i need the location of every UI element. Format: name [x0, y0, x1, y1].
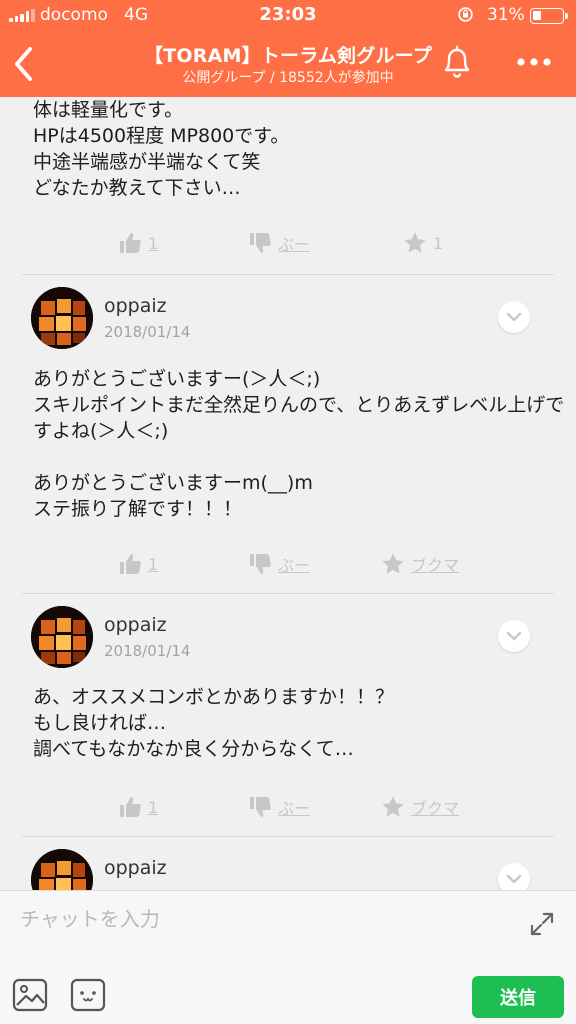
- like-button[interactable]: 1: [118, 792, 158, 822]
- group-title: 【TORAM】トーラム剣グループ: [144, 45, 432, 67]
- chat-composer: チャットを入力 送信: [0, 890, 576, 1024]
- like-count: 1: [148, 797, 159, 817]
- avatar[interactable]: [31, 849, 93, 890]
- author-name[interactable]: oppaiz: [104, 614, 167, 636]
- post-author: oppaiz: [0, 849, 576, 890]
- battery-percent: 31%: [487, 5, 525, 25]
- dislike-label: ぶー: [278, 556, 311, 575]
- dislike-label: ぶー: [278, 235, 311, 254]
- divider: [22, 836, 554, 837]
- chat-input[interactable]: チャットを入力: [20, 903, 500, 932]
- divider: [22, 274, 554, 275]
- star-button[interactable]: 1: [403, 228, 443, 258]
- sticker-icon[interactable]: [70, 978, 106, 1012]
- star-icon: [382, 796, 404, 817]
- avatar-image: [31, 606, 93, 668]
- thumbs-up-icon: [120, 233, 141, 253]
- author-name[interactable]: oppaiz: [104, 295, 167, 317]
- avatar[interactable]: [31, 606, 93, 668]
- bookmark-label: ブクマ: [411, 799, 460, 818]
- divider: [22, 593, 554, 594]
- avatar[interactable]: [31, 287, 93, 349]
- chevron-down-icon[interactable]: [498, 620, 530, 652]
- star-count: 1: [433, 233, 444, 253]
- chevron-down-icon[interactable]: [498, 301, 530, 333]
- more-dots-icon[interactable]: [516, 55, 552, 69]
- expand-icon[interactable]: [527, 909, 557, 939]
- star-icon: [382, 553, 404, 574]
- thumbs-down-icon: [250, 233, 271, 253]
- post-date: 2018/01/14: [104, 642, 191, 660]
- like-button[interactable]: 1: [118, 549, 158, 579]
- post-author: oppaiz 2018/01/14: [0, 287, 576, 357]
- send-button[interactable]: 送信: [472, 976, 564, 1018]
- post-date: 2018/01/14: [104, 323, 191, 341]
- post-text: あ、オススメコンボとかありますか！！？ もし良ければ… 調べてもなかなか良く分か…: [33, 686, 395, 760]
- thumbs-down-icon: [250, 797, 271, 817]
- reaction-row: 1 ぶー ブクマ: [0, 792, 576, 822]
- thumbs-up-icon: [120, 797, 141, 817]
- chevron-down-icon[interactable]: [498, 863, 530, 890]
- like-button[interactable]: 1: [118, 228, 158, 258]
- status-bar: docomo 4G 23:03 31%: [0, 0, 576, 30]
- star-icon: [404, 232, 426, 253]
- battery-icon: [530, 8, 568, 24]
- like-count: 1: [148, 554, 159, 574]
- avatar-image: [31, 287, 93, 349]
- bookmark-button[interactable]: ブクマ: [381, 792, 459, 822]
- dislike-label: ぶー: [278, 799, 311, 818]
- battery-level: [533, 11, 541, 20]
- like-count: 1: [148, 233, 159, 253]
- post-author: oppaiz 2018/01/14: [0, 606, 576, 676]
- thumbs-down-icon: [250, 554, 271, 574]
- reaction-row: 1 ぶー ブクマ: [0, 549, 576, 579]
- group-subtitle: 公開グループ / 18552人が参加中: [182, 70, 394, 86]
- rotation-lock-icon: [458, 7, 473, 22]
- author-name[interactable]: oppaiz: [104, 857, 167, 879]
- dislike-button[interactable]: ぶー: [248, 549, 310, 579]
- chat-feed[interactable]: 体は軽量化です。 HPは4500程度 MP800です。 中途半端感が半端なくて笑…: [0, 97, 576, 890]
- thumbs-up-icon: [120, 554, 141, 574]
- reaction-row: 1 ぶー 1: [0, 228, 576, 258]
- avatar-image: [31, 849, 93, 890]
- dislike-button[interactable]: ぶー: [248, 792, 310, 822]
- post-text: 体は軽量化です。 HPは4500程度 MP800です。 中途半端感が半端なくて笑…: [33, 99, 290, 199]
- dislike-button[interactable]: ぶー: [248, 228, 310, 258]
- post-text: ありがとうございますー(＞人＜;) スキルポイントまだ全然足りんので、とりあえず…: [33, 368, 565, 520]
- top-bar: docomo 4G 23:03 31% 【TORAM】トーラム剣グループ 公開グ…: [0, 0, 576, 97]
- bookmark-label: ブクマ: [411, 556, 460, 575]
- bookmark-button[interactable]: ブクマ: [381, 549, 459, 579]
- image-icon[interactable]: [12, 978, 48, 1012]
- bell-icon[interactable]: [440, 44, 474, 80]
